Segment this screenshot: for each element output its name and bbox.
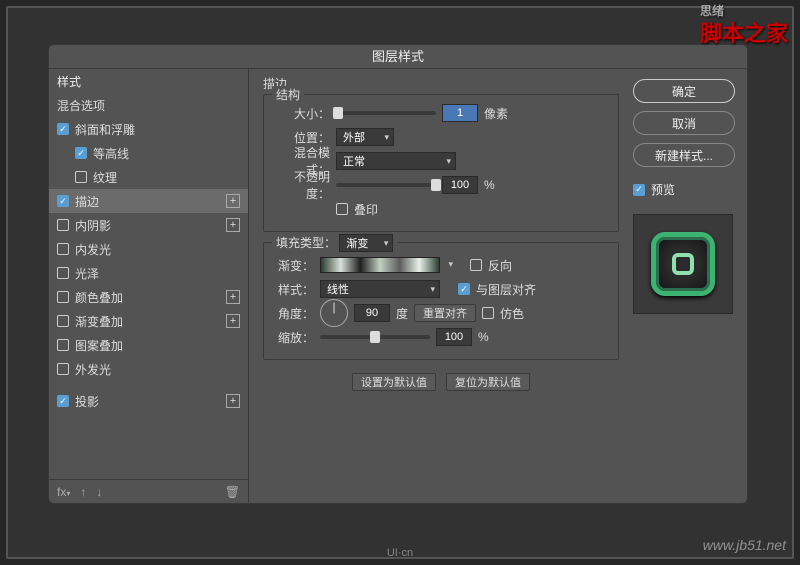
preview-checkbox[interactable]: ✓: [633, 184, 645, 196]
style-outer-glow[interactable]: 外发光: [49, 357, 248, 381]
checkbox-icon[interactable]: [57, 315, 69, 327]
section-title: 描边: [263, 75, 619, 92]
style-pattern-overlay[interactable]: 图案叠加: [49, 333, 248, 357]
structure-group: 结构 大小： 像素 位置： 外部 混合模式： 正常 不透明度：: [263, 94, 619, 232]
checkbox-icon[interactable]: ✓: [75, 147, 87, 159]
style-satin[interactable]: 光泽: [49, 261, 248, 285]
overprint-checkbox[interactable]: [336, 203, 348, 215]
dialog-actions: 确定 取消 新建样式... ✓ 预览: [629, 69, 747, 503]
angle-dial[interactable]: [320, 299, 348, 327]
style-gradient-overlay[interactable]: 渐变叠加+: [49, 309, 248, 333]
checkbox-icon[interactable]: [57, 219, 69, 231]
angle-input[interactable]: [354, 304, 390, 322]
style-texture[interactable]: 纹理: [49, 165, 248, 189]
opacity-slider[interactable]: [336, 183, 436, 187]
styles-panel: 样式 混合选项 ✓斜面和浮雕 ✓等高线 纹理 ✓描边+ 内阴影+ 内发光 光泽 …: [49, 69, 249, 503]
checkbox-icon[interactable]: [57, 267, 69, 279]
scale-input[interactable]: [436, 328, 472, 346]
new-style-button[interactable]: 新建样式...: [633, 143, 735, 167]
move-down-icon[interactable]: ↓: [96, 485, 102, 499]
preview-thumbnail: [633, 214, 733, 314]
cancel-button[interactable]: 取消: [633, 111, 735, 135]
add-effect-icon[interactable]: +: [226, 290, 240, 304]
watermark-sub: 思绪: [700, 6, 788, 16]
checkbox-icon[interactable]: [57, 243, 69, 255]
layer-style-dialog: 图层样式 样式 混合选项 ✓斜面和浮雕 ✓等高线 纹理 ✓描边+ 内阴影+ 内发…: [48, 44, 748, 504]
align-checkbox[interactable]: ✓: [458, 283, 470, 295]
reset-align-button[interactable]: 重置对齐: [414, 304, 476, 322]
set-default-button[interactable]: 设置为默认值: [352, 373, 436, 391]
move-up-icon[interactable]: ↑: [80, 485, 86, 499]
style-stroke[interactable]: ✓描边+: [49, 189, 248, 213]
checkbox-icon[interactable]: ✓: [57, 123, 69, 135]
add-effect-icon[interactable]: +: [226, 194, 240, 208]
style-contour[interactable]: ✓等高线: [49, 141, 248, 165]
filltype-dropdown[interactable]: 渐变: [339, 234, 393, 252]
blending-options[interactable]: 混合选项: [49, 93, 248, 117]
reset-default-button[interactable]: 复位为默认值: [446, 373, 530, 391]
dither-checkbox[interactable]: [482, 307, 494, 319]
style-inner-glow[interactable]: 内发光: [49, 237, 248, 261]
position-dropdown[interactable]: 外部: [336, 128, 394, 146]
watermark-main: 脚本之家: [700, 21, 788, 46]
fx-menu-icon[interactable]: fx▾: [57, 485, 70, 499]
checkbox-icon[interactable]: [57, 291, 69, 303]
add-effect-icon[interactable]: +: [226, 394, 240, 408]
style-bevel-emboss[interactable]: ✓斜面和浮雕: [49, 117, 248, 141]
style-color-overlay[interactable]: 颜色叠加+: [49, 285, 248, 309]
gradient-style-dropdown[interactable]: 线性: [320, 280, 440, 298]
stroke-settings: 描边 结构 大小： 像素 位置： 外部 混合模式： 正常 不: [249, 69, 629, 503]
checkbox-icon[interactable]: ✓: [57, 195, 69, 207]
checkbox-icon[interactable]: ✓: [57, 395, 69, 407]
size-input[interactable]: [442, 104, 478, 122]
styles-header[interactable]: 样式: [49, 69, 248, 93]
checkbox-icon[interactable]: [57, 339, 69, 351]
preview-icon: [651, 232, 715, 296]
dialog-title: 图层样式: [49, 45, 747, 69]
style-inner-shadow[interactable]: 内阴影+: [49, 213, 248, 237]
scale-slider[interactable]: [320, 335, 430, 339]
checkbox-icon[interactable]: [57, 363, 69, 375]
style-drop-shadow[interactable]: ✓投影+: [49, 389, 248, 413]
watermark-url: www.jb51.net: [703, 537, 786, 553]
ok-button[interactable]: 确定: [633, 79, 735, 103]
logo-uicn: UI·cn: [387, 547, 413, 559]
opacity-input[interactable]: [442, 176, 478, 194]
fill-group: 填充类型： 渐变 渐变： 反向 样式： 线性 ✓ 与图层对齐 角: [263, 242, 619, 360]
add-effect-icon[interactable]: +: [226, 218, 240, 232]
blend-mode-dropdown[interactable]: 正常: [336, 152, 456, 170]
trash-icon[interactable]: 🗑: [225, 485, 240, 499]
add-effect-icon[interactable]: +: [226, 314, 240, 328]
size-slider[interactable]: [336, 111, 436, 115]
gradient-swatch[interactable]: [320, 257, 440, 273]
reverse-checkbox[interactable]: [470, 259, 482, 271]
checkbox-icon[interactable]: [75, 171, 87, 183]
